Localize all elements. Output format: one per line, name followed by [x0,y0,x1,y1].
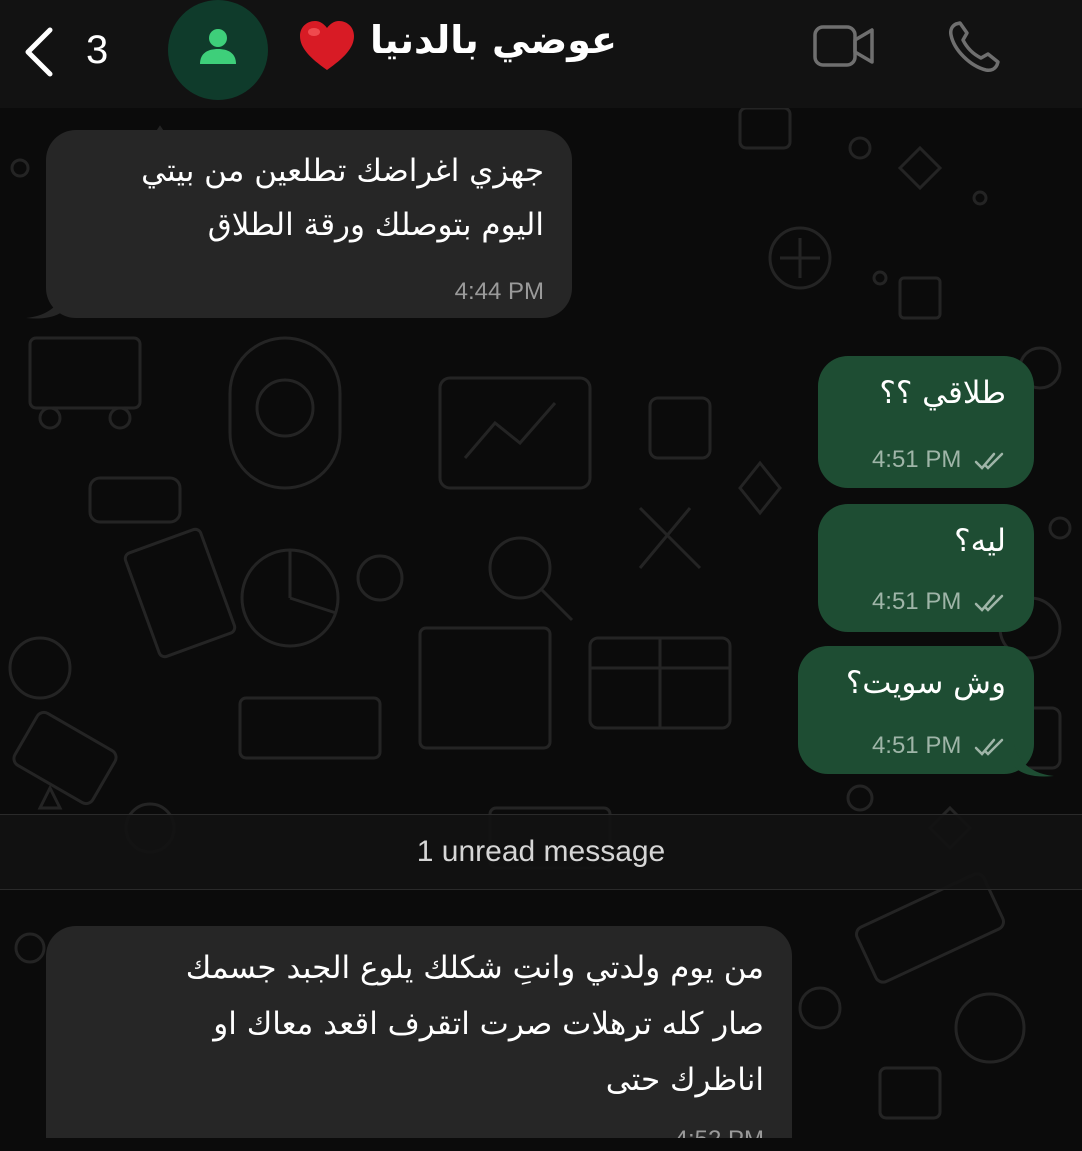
unread-divider: 1 unread message [0,814,1082,890]
bubble-tail [1014,744,1054,777]
message-bubble-outgoing[interactable]: ليه؟ 4:51 PM [818,504,1034,632]
message-text: ليه؟ [954,523,1006,559]
message-text: وش سويت؟ [845,665,1006,701]
message-bubble-outgoing[interactable]: طلاقي ؟؟ 4:51 PM [818,356,1034,488]
phone-icon [949,21,1000,72]
message-bubble-outgoing[interactable]: وش سويت؟ 4:51 PM [798,646,1034,774]
message-time-label: 4:51 PM [871,446,962,473]
double-check-icon [974,452,1004,470]
message-time: 4:51 PM [872,732,1006,760]
person-icon [200,29,236,64]
video-camera-icon [813,25,874,67]
bottom-edge [0,1138,1082,1151]
contact-name[interactable]: عوضي بالدنيا [370,18,617,78]
message-time: 4:51 PM [872,588,1006,616]
message-text: من يوم ولدتي وانتِ شكلك يلوع الجبد جسمك … [185,950,764,1098]
message-text: جهزي اغراضك تطلعين من بيتي اليوم بتوصلك … [141,153,544,243]
message-time-label: 4:51 PM [871,588,962,615]
back-button[interactable]: 3 [20,24,130,80]
double-check-icon [974,738,1004,756]
chat-area[interactable]: جهزي اغراضك تطلعين من بيتي اليوم بتوصلك … [0,108,1082,1151]
chat-header: 3 عوضي بالدنيا [0,0,1082,108]
bubble-tail [26,286,66,319]
message-time: 4:51 PM [872,446,1006,474]
heart-emoji [300,21,354,70]
unread-label: 1 unread message [416,835,666,868]
message-bubble-incoming[interactable]: من يوم ولدتي وانتِ شكلك يلوع الجبد جسمك … [46,926,792,1151]
message-time-label: 4:51 PM [871,732,962,759]
chevron-left-icon [25,27,53,77]
double-check-icon [974,594,1004,612]
voice-call-button[interactable] [946,20,1002,78]
message-time: 4:44 PM [454,278,544,305]
message-text: طلاقي ؟؟ [879,375,1006,411]
unread-count: 3 [86,28,109,72]
video-call-button[interactable] [812,24,876,72]
message-bubble-incoming[interactable]: جهزي اغراضك تطلعين من بيتي اليوم بتوصلك … [46,130,572,318]
avatar[interactable] [168,0,268,100]
